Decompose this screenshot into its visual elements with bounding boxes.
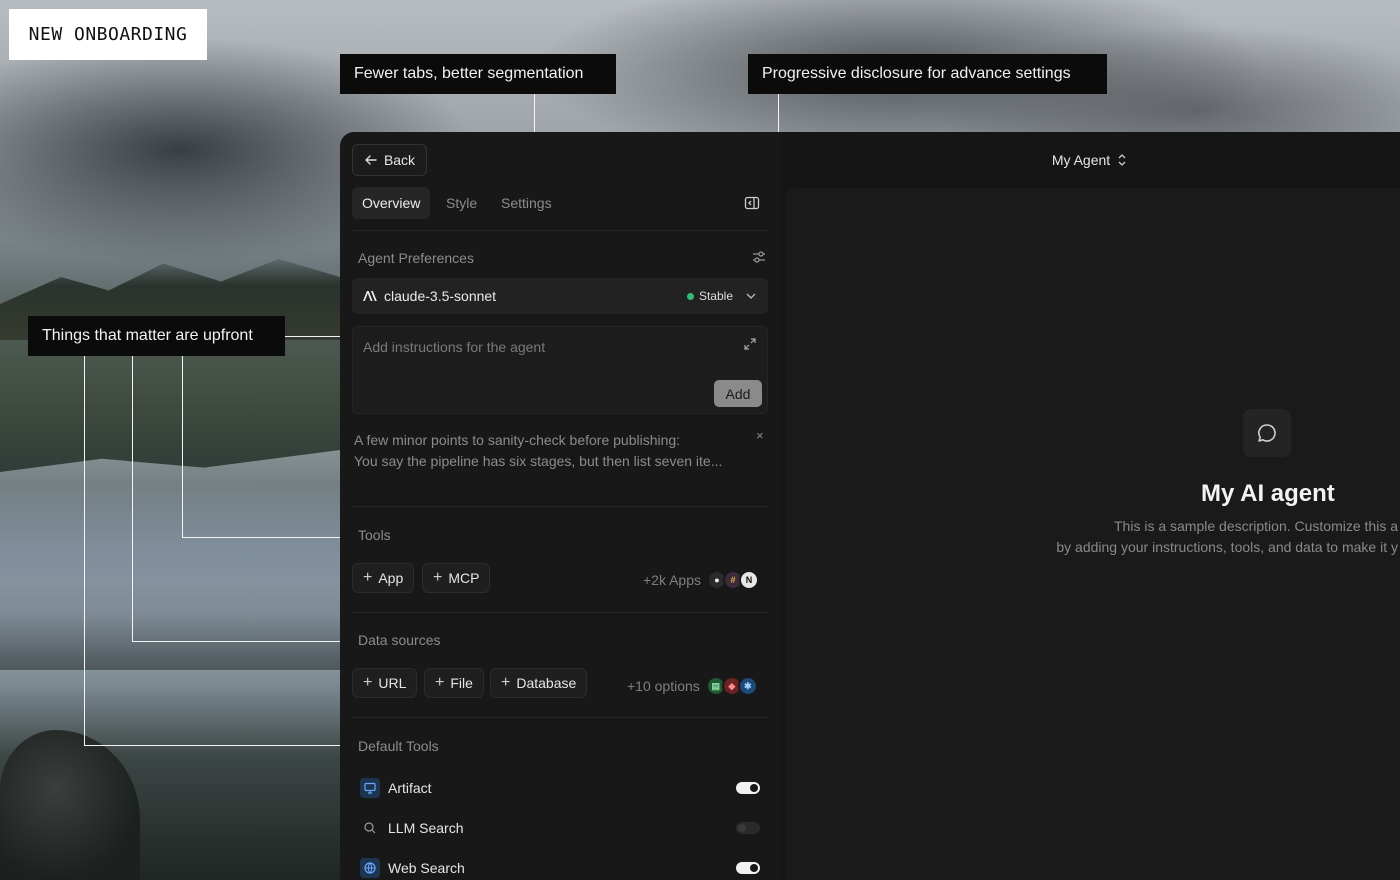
agent-desc-line-2: by adding your instructions, tools, and … <box>1056 539 1398 555</box>
divider <box>352 717 768 718</box>
tool-label-llm-search: LLM Search <box>388 820 464 836</box>
globe-icon <box>360 858 380 878</box>
agent-switcher[interactable]: My Agent <box>780 132 1400 188</box>
toggle-web-search[interactable] <box>736 862 760 874</box>
more-apps-label: +2k Apps <box>643 572 701 588</box>
agent-preferences-title: Agent Preferences <box>358 250 474 266</box>
note-line-2: You say the pipeline has six stages, but… <box>354 453 723 469</box>
tab-settings[interactable]: Settings <box>491 187 562 219</box>
review-note: A few minor points to sanity-check befor… <box>354 430 754 472</box>
expand-icon[interactable] <box>743 337 757 351</box>
tool-row-artifact: Artifact <box>360 776 760 800</box>
add-url-label: URL <box>378 675 407 691</box>
connector-line <box>182 537 350 538</box>
background-lake-reflection <box>0 450 340 670</box>
callout-tabs: Fewer tabs, better segmentation <box>340 54 616 94</box>
chevron-down-icon <box>746 293 756 299</box>
agent-preview: My Agent My AI agent This is a sample de… <box>780 132 1400 880</box>
plus-icon: + <box>363 569 373 586</box>
connector-line <box>84 356 85 745</box>
connector-line <box>182 356 183 537</box>
agent-desc-line-1: This is a sample description. Customize … <box>1114 518 1398 534</box>
divider <box>352 230 768 231</box>
tab-style[interactable]: Style <box>436 187 487 219</box>
status-dot <box>686 292 694 300</box>
model-status: Stable <box>686 289 758 303</box>
monitor-icon <box>360 778 380 798</box>
anthropic-logo-icon <box>363 291 377 301</box>
chat-bubble-icon <box>1243 409 1291 457</box>
tool-label-artifact: Artifact <box>388 780 432 796</box>
connector-line <box>132 356 133 641</box>
notion-icon: N <box>739 570 759 590</box>
new-onboarding-tag: NEW ONBOARDING <box>9 9 207 60</box>
back-label: Back <box>383 152 416 168</box>
instructions-input[interactable]: Add instructions for the agent Add <box>352 326 768 414</box>
toggle-artifact[interactable] <box>736 782 760 794</box>
agent-switcher-label: My Agent <box>1051 152 1111 168</box>
more-options-label: +10 options <box>627 678 700 694</box>
add-url-button[interactable]: + URL <box>352 668 418 698</box>
connector-line <box>132 641 350 642</box>
more-data-options[interactable]: +10 options ▤ ◆ ✱ <box>627 676 758 696</box>
callout-upfront: Things that matter are upfront <box>28 316 285 356</box>
model-status-label: Stable <box>698 289 733 303</box>
close-icon[interactable]: × <box>756 428 764 443</box>
add-mcp-label: MCP <box>448 570 480 586</box>
model-name: claude-3.5-sonnet <box>384 288 497 304</box>
toggle-llm-search[interactable] <box>736 822 760 834</box>
instructions-placeholder: Add instructions for the agent <box>363 339 546 355</box>
agent-description: This is a sample description. Customize … <box>1038 516 1398 558</box>
tab-overview[interactable]: Overview <box>352 187 431 219</box>
add-database-label: Database <box>516 675 577 691</box>
tool-row-web-search: Web Search <box>360 856 760 880</box>
tools-title: Tools <box>358 527 391 543</box>
data-sources-title: Data sources <box>358 632 441 648</box>
plus-icon: + <box>501 674 511 691</box>
model-selector[interactable]: claude-3.5-sonnet Stable <box>352 278 768 314</box>
note-line-1: A few minor points to sanity-check befor… <box>354 432 681 448</box>
agent-config-panel: Back Overview Style Settings Agent Prefe… <box>340 132 780 880</box>
back-button[interactable]: Back <box>352 144 427 176</box>
callout-disclosure: Progressive disclosure for advance setti… <box>748 54 1107 94</box>
sliders-icon[interactable] <box>752 250 766 264</box>
snowflake-icon: ✱ <box>737 676 758 696</box>
add-app-button[interactable]: + App <box>352 563 415 593</box>
search-icon <box>360 818 380 838</box>
divider <box>352 506 768 507</box>
arrow-left-icon <box>365 155 377 165</box>
add-instructions-button[interactable]: Add <box>714 380 762 407</box>
add-app-label: App <box>378 570 404 586</box>
collapse-panel-icon[interactable] <box>744 195 760 211</box>
tool-row-llm-search: LLM Search <box>360 816 760 840</box>
add-file-button[interactable]: + File <box>424 668 484 698</box>
tool-label-web-search: Web Search <box>388 860 465 876</box>
default-tools-title: Default Tools <box>358 738 439 754</box>
plus-icon: + <box>363 674 373 691</box>
connector-line <box>84 745 350 746</box>
more-apps[interactable]: +2k Apps ● # N <box>643 570 759 590</box>
plus-icon: + <box>435 674 445 691</box>
add-database-button[interactable]: + Database <box>490 668 588 698</box>
agent-title: My AI agent <box>1201 480 1335 507</box>
divider <box>352 612 768 613</box>
chevron-up-down-icon <box>1118 154 1126 166</box>
background-rock <box>0 730 140 880</box>
add-mcp-button[interactable]: + MCP <box>422 563 491 593</box>
plus-icon: + <box>433 569 443 586</box>
add-file-label: File <box>450 675 473 691</box>
